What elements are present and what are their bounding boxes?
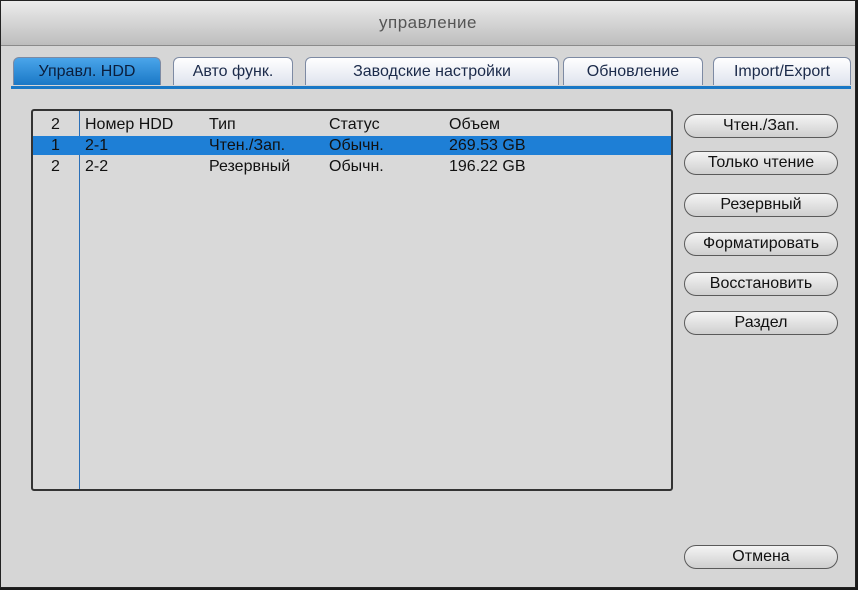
backup-button[interactable]: Резервный: [684, 193, 838, 217]
row-type: Чтен./Зап.: [209, 137, 286, 154]
read-only-button[interactable]: Только чтение: [684, 151, 838, 175]
tab-import-export[interactable]: Import/Export: [713, 57, 851, 85]
row-size: 269.53 GB: [449, 137, 526, 154]
header-status: Статус: [329, 116, 380, 133]
row-status: Обычн.: [329, 137, 384, 154]
tab-update[interactable]: Обновление: [563, 57, 703, 85]
window-title: управление: [1, 1, 855, 46]
row-index: 2: [51, 158, 60, 175]
tab-bar: Управл. HDD Авто функ. Заводские настрой…: [11, 57, 851, 87]
format-button[interactable]: Форматировать: [684, 232, 838, 256]
tab-auto-functions[interactable]: Авто функ.: [173, 57, 293, 85]
header-hdd-number: Номер HDD: [85, 116, 174, 133]
tab-factory-settings[interactable]: Заводские настройки: [305, 57, 559, 85]
tab-underline: [11, 86, 851, 89]
disk-count: 2: [51, 116, 60, 133]
hdd-table[interactable]: 2 Номер HDD Тип Статус Объем 1 2-1 Чтен.…: [31, 109, 673, 491]
row-size: 196.22 GB: [449, 158, 526, 175]
table-row[interactable]: 1 2-1 Чтен./Зап. Обычн. 269.53 GB: [33, 136, 671, 155]
table-row[interactable]: 2 2-2 Резервный Обычн. 196.22 GB: [33, 157, 671, 176]
row-type: Резервный: [209, 158, 291, 175]
table-header: 2 Номер HDD Тип Статус Объем: [33, 115, 671, 134]
hdd-management-window: управление Управл. HDD Авто функ. Заводс…: [0, 0, 856, 588]
row-hdd-number: 2-1: [85, 137, 109, 154]
header-type: Тип: [209, 116, 236, 133]
partition-button[interactable]: Раздел: [684, 311, 838, 335]
cancel-button[interactable]: Отмена: [684, 545, 838, 569]
restore-button[interactable]: Восстановить: [684, 272, 838, 296]
header-size: Объем: [449, 116, 500, 133]
read-write-button[interactable]: Чтен./Зап.: [684, 114, 838, 138]
tab-hdd-management[interactable]: Управл. HDD: [13, 57, 161, 85]
row-status: Обычн.: [329, 158, 384, 175]
row-hdd-number: 2-2: [85, 158, 109, 175]
row-index: 1: [51, 137, 60, 154]
